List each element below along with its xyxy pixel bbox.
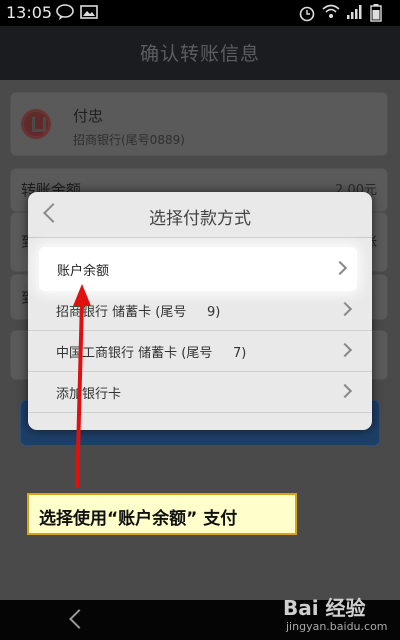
- chevron-right-icon: [337, 301, 353, 317]
- nav-back-icon[interactable]: [69, 609, 89, 629]
- image-icon: [80, 5, 98, 19]
- payee-name: 付忠: [73, 107, 104, 125]
- app-bar: 确认转账信息: [0, 26, 400, 80]
- option-label: 账户余额: [57, 264, 110, 279]
- battery-icon: [370, 4, 382, 22]
- bank-logo-icon: [21, 109, 51, 139]
- wifi-icon: [322, 4, 340, 18]
- message-icon: [56, 4, 74, 20]
- signal-icon: [347, 5, 362, 19]
- dialog-title: 选择付款方式: [149, 209, 251, 229]
- dialog-header: 选择付款方式: [28, 192, 372, 238]
- annotation-callout: 选择使用“账户余额” 支付: [27, 493, 297, 535]
- watermark-url: jingyan.baidu.com: [286, 620, 388, 633]
- chevron-right-icon: [332, 260, 348, 276]
- option-label: 添加银行卡: [56, 387, 122, 402]
- chevron-right-icon: [337, 342, 353, 358]
- chevron-right-icon: [337, 383, 353, 399]
- annotation-text: 选择使用“账户余额” 支付: [39, 509, 238, 529]
- status-time: 13:05: [6, 3, 53, 22]
- annotation-arrow-head: [73, 284, 91, 306]
- payee-bank: 招商银行(尾号0889): [73, 133, 185, 147]
- status-bar: 13:05: [0, 0, 400, 26]
- payee-card: 付忠 招商银行(尾号0889): [10, 92, 388, 156]
- page-title: 确认转账信息: [139, 43, 260, 65]
- option-label: 中国工商银行 储蓄卡 (尾号 7): [56, 346, 247, 361]
- alarm-icon: [299, 6, 315, 22]
- watermark-logo: Bai 经验: [283, 596, 366, 620]
